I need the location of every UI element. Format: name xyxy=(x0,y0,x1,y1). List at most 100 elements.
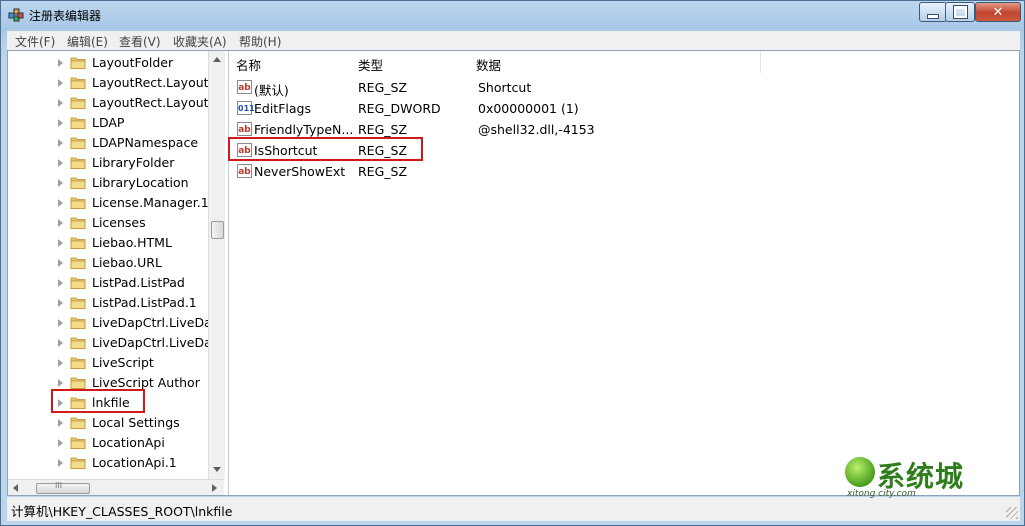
expand-arrow-icon[interactable] xyxy=(58,79,63,87)
expand-arrow-icon[interactable] xyxy=(58,159,63,167)
tree-item[interactable]: LibraryLocation xyxy=(8,173,218,193)
string-value-icon: ab xyxy=(237,80,252,94)
scroll-down-icon[interactable] xyxy=(213,467,221,472)
expand-arrow-icon[interactable] xyxy=(58,359,63,367)
tree-item[interactable]: LiveDapCtrl.LiveDap xyxy=(8,333,220,353)
folder-icon xyxy=(70,257,86,269)
window-title: 注册表编辑器 xyxy=(29,9,102,23)
tree-item-label: LiveScript xyxy=(92,355,154,370)
expand-arrow-icon[interactable] xyxy=(58,439,63,447)
scroll-left-icon[interactable] xyxy=(13,484,18,492)
menu-help[interactable]: 帮助(H) xyxy=(239,33,281,50)
expand-arrow-icon[interactable] xyxy=(58,459,63,467)
watermark-logo: 系统城 xitong city.com xyxy=(841,453,991,503)
tree-item[interactable]: LocationApi xyxy=(8,433,218,453)
value-type: REG_SZ xyxy=(358,80,408,95)
expand-arrow-icon[interactable] xyxy=(58,379,63,387)
registry-key-tree[interactable]: LayoutFolder LayoutRect.LayoutRe LayoutRec… xyxy=(8,51,229,495)
expand-arrow-icon[interactable] xyxy=(58,319,63,327)
tree-vertical-scrollbar[interactable] xyxy=(208,51,225,479)
column-header-type[interactable]: 类型 xyxy=(352,51,471,73)
value-name: (默认) xyxy=(254,83,289,98)
tree-item[interactable]: LiveScript xyxy=(8,353,218,373)
value-data: Shortcut xyxy=(478,80,532,95)
tree-hscroll-thumb[interactable]: III xyxy=(36,481,90,494)
watermark-url: xitong city.com xyxy=(847,489,916,499)
value-row[interactable]: 011 EditFlags REG_DWORD 0x00000001 (1) xyxy=(230,98,790,119)
maximize-button[interactable] xyxy=(945,2,975,22)
tree-item[interactable]: LiveDapCtrl.LiveDap xyxy=(8,313,220,333)
tree-item[interactable]: LocationApi.1 xyxy=(8,453,218,473)
folder-icon xyxy=(70,377,86,389)
tree-scroll-thumb[interactable] xyxy=(211,221,224,239)
expand-arrow-icon[interactable] xyxy=(58,59,63,67)
tree-item[interactable]: License.Manager.1 xyxy=(8,193,218,213)
menu-edit[interactable]: 编辑(E) xyxy=(67,33,108,50)
expand-arrow-icon[interactable] xyxy=(58,99,63,107)
expand-arrow-icon[interactable] xyxy=(58,239,63,247)
minimize-icon xyxy=(927,13,939,19)
folder-icon xyxy=(70,437,86,449)
expand-arrow-icon[interactable] xyxy=(58,339,63,347)
tree-item[interactable]: LayoutRect.LayoutRe xyxy=(8,73,224,93)
value-type: REG_SZ xyxy=(358,164,408,179)
tree-item[interactable]: ListPad.ListPad xyxy=(8,273,218,293)
client-area: LayoutFolder LayoutRect.LayoutRe LayoutRec… xyxy=(7,50,1020,496)
value-row[interactable]: ab (默认) REG_SZ Shortcut xyxy=(230,77,790,98)
expand-arrow-icon[interactable] xyxy=(58,199,63,207)
scroll-right-icon[interactable] xyxy=(212,484,217,492)
tree-item[interactable]: Liebao.HTML xyxy=(8,233,218,253)
registry-app-icon xyxy=(8,8,24,22)
title-bar[interactable]: 注册表编辑器 ✕ xyxy=(1,1,1024,29)
expand-arrow-icon[interactable] xyxy=(58,299,63,307)
folder-icon xyxy=(70,57,86,69)
close-button[interactable]: ✕ xyxy=(975,2,1021,22)
tree-item-label: Licenses xyxy=(92,215,146,230)
folder-icon xyxy=(70,137,86,149)
tree-item[interactable]: Local Settings xyxy=(8,413,218,433)
tree-item-label: Local Settings xyxy=(92,415,180,430)
expand-arrow-icon[interactable] xyxy=(58,179,63,187)
value-row[interactable]: ab NeverShowExt REG_SZ xyxy=(230,161,790,182)
tree-item-label: LiveDapCtrl.LiveDap xyxy=(92,335,220,350)
tree-item[interactable]: LibraryFolder xyxy=(8,153,218,173)
resize-grip-icon[interactable] xyxy=(1006,507,1018,519)
isshortcut-highlight-box xyxy=(228,137,423,161)
expand-arrow-icon[interactable] xyxy=(58,119,63,127)
tree-item-label: Liebao.HTML xyxy=(92,235,172,250)
tree-item-label: LiveDapCtrl.LiveDap xyxy=(92,315,220,330)
tree-item-label: LibraryFolder xyxy=(92,155,175,170)
folder-icon xyxy=(70,357,86,369)
expand-arrow-icon[interactable] xyxy=(58,219,63,227)
tree-item[interactable]: LayoutFolder xyxy=(8,53,218,73)
tree-item[interactable]: Licenses xyxy=(8,213,218,233)
menu-file[interactable]: 文件(F) xyxy=(15,33,55,50)
binary-value-icon: 011 xyxy=(237,101,255,115)
registry-values-list[interactable]: 名称 类型 数据 ab (默认) REG_SZ Shortcut 011 EditFlag… xyxy=(228,51,1019,495)
minimize-button[interactable] xyxy=(919,2,947,22)
tree-item[interactable]: LDAP xyxy=(8,113,218,133)
menu-bar: 文件(F) 编辑(E) 查看(V) 收藏夹(A) 帮助(H) xyxy=(7,31,1020,51)
expand-arrow-icon[interactable] xyxy=(58,419,63,427)
menu-favorites[interactable]: 收藏夹(A) xyxy=(173,33,227,50)
column-header-data[interactable]: 数据 xyxy=(470,51,761,73)
expand-arrow-icon[interactable] xyxy=(58,139,63,147)
expand-arrow-icon[interactable] xyxy=(58,259,63,267)
tree-item[interactable]: LayoutRect.LayoutRe xyxy=(8,93,224,113)
tree-horizontal-scrollbar[interactable]: III xyxy=(8,479,224,495)
column-header-name[interactable]: 名称 xyxy=(230,51,353,73)
expand-arrow-icon[interactable] xyxy=(58,279,63,287)
tree-item-label: License.Manager.1 xyxy=(92,195,209,210)
tree-item[interactable]: Liebao.URL xyxy=(8,253,218,273)
menu-view[interactable]: 查看(V) xyxy=(119,33,161,50)
value-type: REG_SZ xyxy=(358,122,408,137)
windows-logo-icon xyxy=(845,457,875,487)
folder-icon xyxy=(70,217,86,229)
tree-item[interactable]: ListPad.ListPad.1 xyxy=(8,293,218,313)
scroll-up-icon[interactable] xyxy=(213,57,221,62)
tree-item-label: LocationApi.1 xyxy=(92,455,177,470)
folder-icon xyxy=(70,237,86,249)
tree-item[interactable]: LDAPNamespace xyxy=(8,133,218,153)
string-value-icon: ab xyxy=(237,164,252,178)
tree-item-label: LDAP xyxy=(92,115,125,130)
